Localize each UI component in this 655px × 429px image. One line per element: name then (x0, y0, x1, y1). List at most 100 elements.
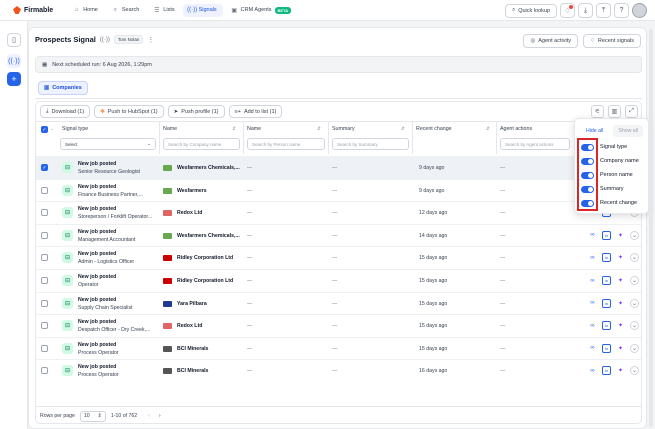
help-button[interactable]: ? (614, 3, 629, 18)
person-name-search-input[interactable]: Search by Person name (247, 138, 325, 150)
magic-wand-icon[interactable]: ✦ (616, 253, 625, 262)
row-checkbox[interactable] (41, 322, 48, 330)
company-name-link[interactable]: Ridley Corporation Ltd (177, 278, 233, 284)
header-company-name[interactable]: Name (163, 122, 177, 136)
company-name-link[interactable]: BCI Minerals (177, 346, 208, 352)
show-all-button[interactable]: Show all (613, 125, 643, 137)
download-selected-button[interactable]: ⤓ Download (1) (40, 105, 91, 118)
row-checkbox[interactable] (41, 344, 48, 352)
header-recent-change[interactable]: Recent change (416, 122, 452, 136)
sort-icon[interactable]: ⇵ (401, 126, 405, 132)
header-summary[interactable]: Summary (332, 122, 355, 136)
sidebar-toggle-button[interactable]: ▯ (7, 33, 21, 47)
agent-actions-search-input[interactable]: Search by Agent actions (500, 138, 570, 150)
notifications-button[interactable]: ♢ (560, 3, 575, 18)
link-icon[interactable]: ∞ (588, 344, 597, 353)
chevron-down-icon[interactable]: ⌄ (630, 230, 639, 240)
row-checkbox[interactable] (41, 186, 48, 194)
sort-icon[interactable]: ⇵ (486, 126, 490, 132)
row-checkbox[interactable] (41, 209, 48, 217)
hide-all-button[interactable]: Hide all (581, 125, 608, 137)
table-row[interactable]: ⊟ New job posted Storeperson / Forklift Op… (36, 201, 641, 224)
push-hubspot-button[interactable]: ✻ Push to HubSpot (1) (94, 105, 164, 118)
signal-type-select[interactable]: Select ⌄ (60, 138, 156, 150)
row-checkbox[interactable] (41, 254, 48, 262)
next-page-icon[interactable]: › (159, 413, 161, 419)
quick-lookup-button[interactable]: ⌕ Quick lookup (505, 3, 557, 18)
link-icon[interactable]: ∞ (588, 276, 597, 285)
nav-crm-agents[interactable]: ▣ CRM Agents BETA (225, 4, 297, 17)
table-row[interactable]: ⊟ New job posted Operator Ridley Corporatio… (36, 269, 641, 292)
company-name-link[interactable]: Wesfarmers (177, 188, 207, 194)
rows-per-page-select[interactable]: 10 ⇕ (79, 410, 106, 422)
link-icon[interactable]: ∞ (588, 366, 597, 375)
header-signal-type[interactable]: Signal type (62, 122, 88, 136)
filter-settings-button[interactable]: ⚟ (591, 105, 604, 118)
linkedin-icon[interactable]: in (602, 230, 611, 240)
magic-wand-icon[interactable]: ✦ (616, 231, 625, 240)
columns-button[interactable]: ▥ (608, 105, 621, 118)
row-checkbox[interactable] (41, 277, 48, 284)
header-person-name[interactable]: Name (247, 122, 261, 136)
agent-activity-button[interactable]: ◎ Agent activity (523, 34, 578, 48)
prev-page-icon[interactable]: ‹ (148, 413, 150, 419)
rail-signals-button[interactable]: ((·)) (7, 54, 21, 68)
linkedin-icon[interactable]: in (602, 366, 611, 376)
push-profile-button[interactable]: ➤ Push profile (1) (167, 105, 225, 118)
company-name-link[interactable]: Redox Ltd (177, 210, 202, 216)
avatar[interactable] (632, 3, 647, 18)
chevron-down-icon[interactable]: ⌄ (630, 343, 639, 353)
sort-icon[interactable]: ⇵ (232, 126, 236, 132)
add-to-list-button[interactable]: ≡+ Add to list (1) (228, 105, 283, 118)
linkedin-icon[interactable]: in (602, 321, 611, 331)
chevron-down-icon[interactable]: ⌄ (630, 276, 639, 285)
nav-lists[interactable]: ☰ Lists (147, 4, 180, 17)
row-checkbox[interactable] (41, 299, 48, 307)
link-icon[interactable]: ∞ (588, 231, 597, 240)
company-name-link[interactable]: Wesfarmers Chemicals,... (177, 165, 240, 171)
magic-wand-icon[interactable]: ✦ (616, 344, 625, 353)
brand-logo[interactable]: Firmable (13, 6, 53, 14)
table-row[interactable]: ⊟ New job posted Supply Chain Specialist Ya… (36, 291, 641, 315)
row-checkbox[interactable] (41, 367, 48, 375)
header-agent-actions[interactable]: Agent actions (500, 122, 532, 136)
linkedin-icon[interactable]: in (602, 343, 611, 353)
link-icon[interactable]: ∞ (588, 253, 597, 262)
magic-wand-icon[interactable]: ✦ (616, 366, 625, 375)
company-name-link[interactable]: BCI Minerals (177, 368, 208, 374)
company-name-search-input[interactable]: Search by Company name (163, 138, 240, 150)
chevron-down-icon[interactable]: ⌄ (630, 298, 639, 308)
table-row[interactable]: ⊟ New job posted Despatch Officer - Dry Cr… (36, 314, 641, 337)
summary-search-input[interactable]: Search by Summary (332, 138, 409, 150)
nav-home[interactable]: ⌂ Home (67, 4, 104, 17)
linkedin-icon[interactable]: in (602, 276, 611, 285)
table-row[interactable]: ⊟ New job posted Process Operator BCI Miner… (36, 359, 641, 382)
magic-wand-icon[interactable]: ✦ (616, 299, 625, 308)
table-row[interactable]: ⊟ New job posted Process Operator BCI Miner… (36, 336, 641, 360)
nav-signals[interactable]: ((·)) Signals (182, 3, 223, 17)
expand-button[interactable]: ⤢ (625, 105, 638, 118)
table-row[interactable]: ⊟ New job posted Admin - Logistics Officer… (36, 246, 641, 269)
page-scrollbar[interactable] (649, 29, 653, 427)
table-row[interactable]: ⊟ New job posted Finance Business Partner,… (36, 178, 641, 202)
table-row[interactable]: ✓ ⊟ New job posted Senior Resource Geologis… (36, 156, 641, 179)
recent-signals-button[interactable]: ♢ Recent signals (582, 34, 641, 48)
table-row[interactable]: ⊟ New job posted Management Accountant Wesf… (36, 223, 641, 247)
link-icon[interactable]: ∞ (588, 321, 597, 330)
chevron-down-icon[interactable]: ⌄ (630, 321, 639, 331)
company-name-link[interactable]: Wesfarmers Chemicals,... (177, 233, 240, 239)
sort-icon[interactable]: ⇵ (317, 126, 321, 132)
row-checkbox[interactable] (41, 231, 48, 239)
add-signal-button[interactable]: + (7, 72, 21, 86)
chevron-down-icon[interactable]: ⌄ (50, 126, 54, 132)
company-name-link[interactable]: Ridley Corporation Ltd (177, 255, 233, 261)
download-button[interactable]: ⤓ (578, 3, 593, 18)
select-all-checkbox[interactable]: ✓ (41, 126, 48, 133)
nav-search[interactable]: ⌕ Search (106, 4, 145, 17)
linkedin-icon[interactable]: in (602, 298, 611, 308)
magic-wand-icon[interactable]: ✦ (616, 321, 625, 330)
linkedin-icon[interactable]: in (602, 253, 611, 263)
row-checkbox[interactable]: ✓ (41, 164, 48, 171)
magic-wand-icon[interactable]: ✦ (616, 276, 625, 285)
chevron-down-icon[interactable]: ⌄ (630, 253, 639, 263)
